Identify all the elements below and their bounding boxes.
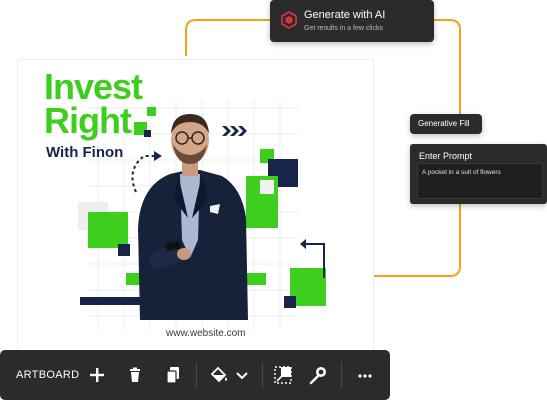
toolbar-artboard-label: ARTBOARD bbox=[16, 369, 80, 381]
magic-wand-icon bbox=[309, 367, 326, 385]
ai-generate-icon bbox=[281, 11, 297, 29]
navy-square-bottom-right bbox=[284, 296, 296, 308]
plus-icon bbox=[90, 368, 104, 382]
headline: Invest Right bbox=[44, 66, 143, 141]
fill-dropdown-button[interactable] bbox=[231, 364, 253, 386]
duplicate-button[interactable] bbox=[162, 364, 184, 386]
generate-with-ai-card[interactable]: Generate with AI Get results in a few cl… bbox=[270, 0, 434, 42]
delete-button[interactable] bbox=[124, 364, 146, 386]
businessman-image bbox=[138, 114, 248, 320]
light-square-right bbox=[260, 180, 274, 194]
generate-subtitle: Get results in a few clicks bbox=[304, 25, 383, 32]
generate-title: Generate with AI bbox=[304, 9, 386, 21]
fill-color-button[interactable] bbox=[208, 364, 230, 386]
chevron-down-icon bbox=[236, 372, 248, 380]
subheadline: With Finon bbox=[46, 144, 124, 161]
add-button[interactable] bbox=[86, 364, 108, 386]
trash-icon bbox=[130, 367, 140, 382]
toolbar-divider bbox=[262, 362, 263, 388]
duplicate-icon bbox=[166, 367, 179, 384]
generative-fill-button[interactable]: Generative Fill bbox=[410, 114, 482, 134]
toolbar-divider bbox=[196, 362, 197, 388]
enter-prompt-panel: Enter Prompt A pocket in a suit of flowe… bbox=[410, 144, 547, 204]
green-block-left bbox=[88, 212, 128, 248]
more-icon bbox=[358, 374, 372, 378]
prompt-input-value: A pocket in a suit of flowers bbox=[422, 169, 501, 176]
headline-line-2: Right bbox=[44, 100, 132, 141]
artboard-toolbar: ARTBOARD bbox=[0, 350, 390, 400]
website-text: www.website.com bbox=[166, 328, 246, 339]
navy-square-left bbox=[118, 244, 130, 256]
resize-button[interactable] bbox=[272, 364, 294, 386]
artboard-canvas[interactable]: Invest Right With Finon www.website.com bbox=[18, 60, 373, 360]
generative-fill-label: Generative Fill bbox=[418, 119, 470, 128]
more-options-button[interactable] bbox=[354, 364, 376, 386]
toolbar-divider bbox=[341, 362, 342, 388]
resize-icon bbox=[274, 366, 292, 384]
prompt-input[interactable]: A pocket in a suit of flowers bbox=[417, 163, 543, 199]
magic-wand-button[interactable] bbox=[307, 364, 329, 386]
fill-bucket-icon bbox=[210, 366, 227, 383]
headline-line-1: Invest bbox=[44, 66, 143, 107]
prompt-panel-title: Enter Prompt bbox=[419, 151, 473, 161]
corner-arrow-icon bbox=[300, 239, 325, 278]
